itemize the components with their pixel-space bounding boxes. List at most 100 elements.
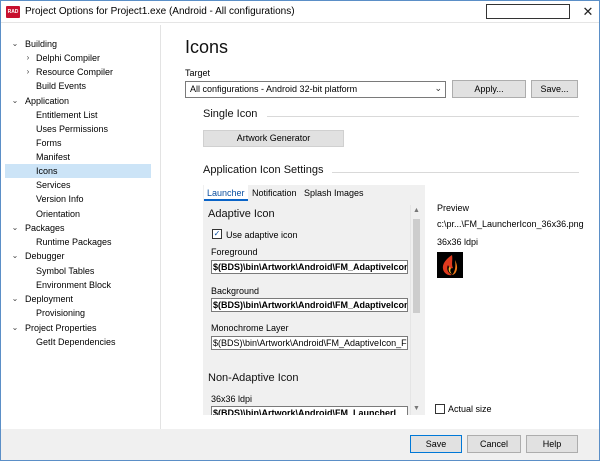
tree-item-label: Icons [36, 166, 58, 176]
monochrome-layer-label: Monochrome Layer [211, 323, 289, 333]
chevron-down-icon: ⌄ [434, 83, 442, 93]
preview-size-label: 36x36 ldpi [437, 237, 479, 247]
options-tree: ⌄ Building › Delphi Compiler › Resource … [1, 25, 161, 429]
tree-item-runtime-packages[interactable]: Runtime Packages [5, 235, 155, 249]
chevron-down-icon[interactable]: ⌄ [10, 221, 20, 235]
target-label: Target [185, 68, 211, 78]
tree-item-label: Provisioning [36, 308, 86, 318]
tree-item-delphi-compiler[interactable]: › Delphi Compiler [5, 51, 155, 65]
tree-item-version-info[interactable]: Version Info [5, 192, 155, 206]
target-select-value: All configurations - Android 32-bit plat… [190, 84, 358, 94]
tree-item-label: Orientation [36, 209, 81, 219]
tree-item-resource-compiler[interactable]: › Resource Compiler [5, 65, 155, 79]
tree-item-building[interactable]: ⌄ Building [5, 37, 155, 51]
tree-item-orientation[interactable]: Orientation [5, 207, 155, 221]
preview-label: Preview [437, 203, 470, 213]
tree-item-icons[interactable]: Icons [5, 164, 151, 178]
tree-item-label: Forms [36, 138, 62, 148]
options-search-input[interactable] [486, 4, 570, 19]
tree-item-label: Version Info [36, 194, 84, 204]
tab-splash-images[interactable]: Splash Images [301, 185, 367, 201]
chevron-down-icon[interactable]: ⌄ [10, 249, 20, 263]
tree-item-services[interactable]: Services [5, 178, 155, 192]
chevron-right-icon[interactable]: › [23, 65, 33, 79]
tree-item-label: Entitlement List [36, 110, 98, 120]
project-options-window: RAD Project Options for Project1.exe (An… [0, 0, 600, 461]
tree-item-label: Uses Permissions [36, 124, 109, 134]
page-title: Icons [185, 37, 229, 57]
launcher-panel: Adaptive Icon ✓ Use adaptive icon Foregr… [203, 201, 425, 415]
tree-item-packages[interactable]: ⌄ Packages [5, 221, 155, 235]
icon-tabs: Launcher Notification Splash Images [203, 185, 425, 201]
chevron-down-icon[interactable]: ⌄ [10, 94, 20, 108]
save-target-button[interactable]: Save... [531, 80, 578, 98]
tree-item-label: Symbol Tables [36, 266, 95, 276]
ldpi-path-input[interactable]: $(BDS)\bin\Artwork\Android\FM_LauncherI [211, 406, 408, 415]
non-adaptive-icon-heading: Non-Adaptive Icon [208, 372, 299, 384]
tree-item-manifest[interactable]: Manifest [5, 150, 155, 164]
dialog-footer: Save Cancel Help [1, 429, 599, 460]
artwork-generator-button[interactable]: Artwork Generator [203, 130, 344, 147]
chevron-down-icon[interactable]: ⌄ [10, 37, 20, 51]
background-path-input[interactable]: $(BDS)\bin\Artwork\Android\FM_AdaptiveIc… [211, 298, 408, 312]
chevron-down-icon[interactable]: ⌄ [10, 292, 20, 306]
tree-item-symbol-tables[interactable]: Symbol Tables [5, 264, 155, 278]
background-label: Background [211, 286, 260, 296]
scroll-thumb[interactable] [413, 219, 420, 313]
close-icon[interactable]: ✕ [579, 3, 597, 21]
tree-item-label: Application [25, 96, 70, 106]
tree-item-build-events[interactable]: Build Events [5, 79, 155, 93]
tree-item-label: Manifest [36, 152, 71, 162]
apply-button[interactable]: Apply... [452, 80, 526, 98]
monochrome-path-input[interactable]: $(BDS)\bin\Artwork\Android\FM_AdaptiveIc… [211, 336, 408, 350]
tab-notification[interactable]: Notification [249, 185, 300, 201]
tree-item-label: Deployment [25, 294, 74, 304]
panel-scrollbar[interactable]: ▲ ▼ [410, 205, 421, 415]
use-adaptive-icon-checkbox[interactable]: ✓ [212, 229, 222, 239]
tree-item-label: Environment Block [36, 280, 112, 290]
ldpi-label: 36x36 ldpi [211, 394, 253, 404]
save-button[interactable]: Save [410, 435, 462, 453]
tree-item-deployment[interactable]: ⌄ Deployment [5, 292, 155, 306]
tree-item-uses-permissions[interactable]: Uses Permissions [5, 122, 155, 136]
tree-item-entitlement-list[interactable]: Entitlement List [5, 108, 155, 122]
actual-size-label: Actual size [448, 404, 492, 414]
foreground-label: Foreground [211, 247, 258, 257]
tree-item-environment-block[interactable]: Environment Block [5, 278, 155, 292]
window-title: Project Options for Project1.exe (Androi… [25, 6, 295, 17]
tree-item-label: GetIt Dependencies [36, 337, 116, 347]
tree-item-label: Services [36, 180, 71, 190]
tree-item-label: Project Properties [25, 323, 97, 333]
scroll-down-icon[interactable]: ▼ [411, 403, 422, 414]
tree-item-label: Runtime Packages [36, 237, 112, 247]
icons-page: Icons Target All configurations - Androi… [163, 25, 599, 429]
launcher-icon-preview [437, 252, 463, 278]
chevron-right-icon[interactable]: › [23, 51, 33, 65]
tree-item-label: Resource Compiler [36, 67, 114, 77]
tab-launcher[interactable]: Launcher [204, 185, 248, 201]
tree-item-label: Debugger [25, 251, 65, 261]
tree-item-provisioning[interactable]: Provisioning [5, 306, 155, 320]
application-icon-settings-heading: Application Icon Settings [203, 164, 324, 176]
chevron-down-icon[interactable]: ⌄ [10, 321, 20, 335]
help-button[interactable]: Help [526, 435, 578, 453]
title-bar: RAD Project Options for Project1.exe (An… [1, 1, 599, 23]
target-select[interactable]: All configurations - Android 32-bit plat… [185, 81, 446, 98]
foreground-path-input[interactable]: $(BDS)\bin\Artwork\Android\FM_AdaptiveIc… [211, 260, 408, 274]
tree-item-project-properties[interactable]: ⌄ Project Properties [5, 321, 155, 335]
tree-item-label: Packages [25, 223, 65, 233]
tree-item-application[interactable]: ⌄ Application [5, 94, 155, 108]
use-adaptive-icon-label: Use adaptive icon [226, 230, 298, 240]
tree-item-forms[interactable]: Forms [5, 136, 155, 150]
preview-file-name: c:\pr...\FM_LauncherIcon_36x36.png [437, 219, 584, 229]
tree-item-label: Delphi Compiler [36, 53, 101, 63]
actual-size-checkbox[interactable] [435, 404, 445, 414]
rad-studio-app-icon: RAD [6, 6, 20, 18]
single-icon-heading: Single Icon [203, 108, 258, 120]
divider [267, 116, 579, 117]
cancel-button[interactable]: Cancel [467, 435, 521, 453]
scroll-up-icon[interactable]: ▲ [411, 205, 422, 216]
tree-item-debugger[interactable]: ⌄ Debugger [5, 249, 155, 263]
tree-item-label: Build Events [36, 81, 87, 91]
tree-item-getit-dependencies[interactable]: GetIt Dependencies [5, 335, 155, 349]
